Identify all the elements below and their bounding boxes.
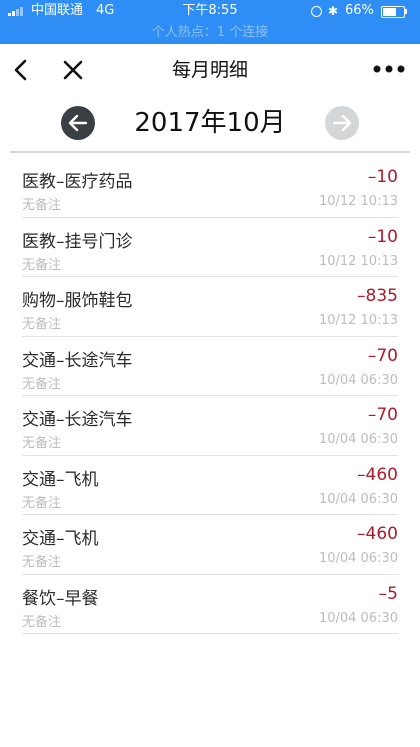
battery-tip (405, 9, 407, 14)
transaction-note: 无备注 (22, 198, 62, 213)
transaction-note: 无备注 (22, 614, 62, 630)
transaction-time: 10/12 10:13 (318, 313, 398, 328)
transaction-time: 10/04 06:30 (318, 551, 398, 566)
transaction-item[interactable]: 医教–挂号门诊 –10 无备注 10/12 10:13 (0, 218, 420, 277)
alarm-icon (311, 6, 322, 17)
transaction-list: 医教–医疗药品 –10 无备注 10/12 10:13 医教–挂号门诊 –10 … (0, 158, 420, 634)
transaction-category: 交通–飞机 (22, 469, 99, 490)
transaction-amount: –10 (367, 226, 398, 247)
battery-icon (381, 6, 405, 18)
battery-level-fill (383, 8, 397, 16)
transaction-note: 无备注 (22, 555, 62, 570)
transaction-time: 10/12 10:13 (318, 194, 398, 209)
arrow-right-icon (332, 114, 352, 132)
transaction-category: 医教–挂号门诊 (22, 231, 133, 252)
transaction-category: 交通–飞机 (22, 529, 99, 549)
transaction-note: 无备注 (22, 495, 62, 511)
transaction-time: 10/04 06:30 (318, 610, 398, 626)
page-title: 每月明细 (171, 59, 248, 81)
status-bar: 中国联通 4G 下午8:55 ✱ 66% 个人热点：1 个连接 (0, 0, 420, 44)
transaction-category: 医教–医疗药品 (22, 172, 133, 192)
month-selector: 2017年10月 (0, 96, 420, 151)
transaction-item[interactable]: 餐饮–早餐 –5 无备注 10/04 06:30 (0, 575, 420, 634)
transaction-item[interactable]: 购物–服饰鞋包 –835 无备注 10/12 10:13 (0, 277, 420, 337)
transaction-time: 10/04 06:30 (318, 491, 398, 507)
transaction-category: 餐饮–早餐 (22, 588, 99, 609)
transaction-note: 无备注 (22, 376, 62, 392)
transaction-amount: –70 (367, 345, 398, 366)
more-options-icon[interactable] (372, 62, 406, 76)
transaction-amount: –70 (367, 405, 398, 425)
bluetooth-icon: ✱ (328, 4, 339, 18)
transaction-amount: –460 (357, 464, 398, 485)
transaction-note: 无备注 (22, 436, 62, 451)
transaction-amount: –10 (367, 167, 398, 187)
nav-bar: 每月明细 (0, 44, 420, 96)
transaction-time: 10/04 06:30 (318, 432, 398, 447)
status-bar-row: 中国联通 4G 下午8:55 ✱ 66% (0, 0, 420, 22)
hotspot-banner[interactable]: 个人热点：1 个连接 (0, 22, 420, 44)
transaction-time: 10/04 06:30 (318, 372, 398, 388)
month-divider (10, 151, 410, 153)
transaction-item[interactable]: 医教–医疗药品 –10 无备注 10/12 10:13 (0, 158, 420, 218)
next-month-button[interactable] (325, 106, 359, 140)
transaction-category: 购物–服饰鞋包 (22, 291, 133, 311)
transaction-item[interactable]: 交通–长途汽车 –70 无备注 10/04 06:30 (0, 337, 420, 396)
transaction-amount: –460 (357, 524, 398, 544)
transaction-item[interactable]: 交通–长途汽车 –70 无备注 10/04 06:30 (0, 396, 420, 456)
transaction-time: 10/12 10:13 (318, 253, 398, 269)
transaction-note: 无备注 (22, 317, 62, 332)
transaction-item[interactable]: 交通–飞机 –460 无备注 10/04 06:30 (0, 515, 420, 575)
battery-percentage: 66% (345, 3, 374, 18)
transaction-note: 无备注 (22, 257, 62, 273)
transaction-amount: –835 (357, 286, 398, 306)
transaction-category: 交通–长途汽车 (22, 410, 133, 430)
transaction-item[interactable]: 交通–飞机 –460 无备注 10/04 06:30 (0, 456, 420, 515)
transaction-amount: –5 (378, 583, 398, 604)
row-divider (22, 633, 398, 634)
transaction-category: 交通–长途汽车 (22, 350, 133, 371)
